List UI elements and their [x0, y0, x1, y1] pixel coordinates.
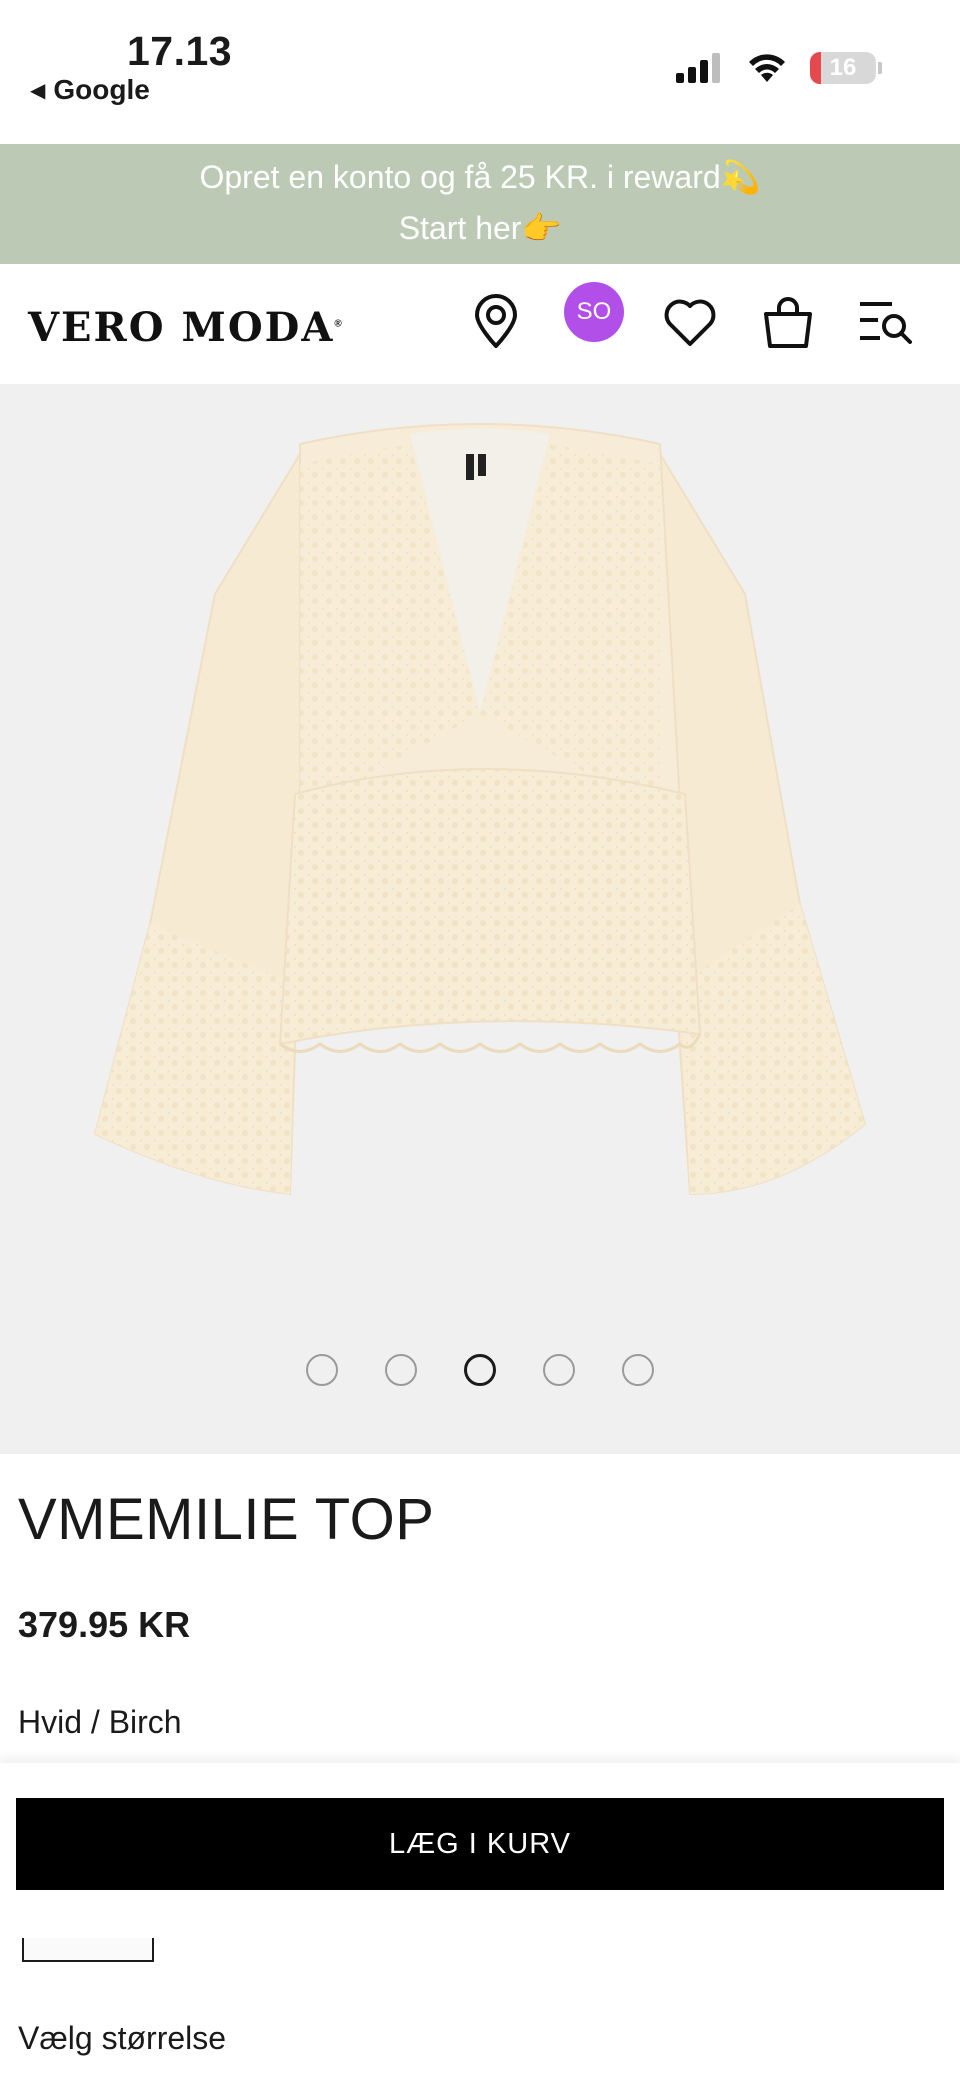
- battery-percentage: 16: [829, 54, 857, 81]
- product-image-gallery[interactable]: [0, 384, 960, 1454]
- product-image: [93, 423, 867, 1196]
- back-triangle-icon: ◀: [30, 79, 46, 102]
- cart-button[interactable]: [760, 294, 816, 350]
- wifi-icon: [749, 54, 785, 82]
- location-pin-icon: [475, 294, 517, 348]
- gallery-dot-4[interactable]: [543, 1354, 575, 1386]
- battery-cap: [878, 62, 882, 74]
- brand-logo-text: VERO MODA: [28, 304, 335, 351]
- product-price: 379.95 KR: [18, 1604, 191, 1645]
- add-to-cart-button[interactable]: LÆG I KURV: [16, 1798, 944, 1890]
- gallery-dot-2[interactable]: [385, 1354, 417, 1386]
- promo-line-1: Opret en konto og få 25 KR. i reward💫: [199, 159, 761, 195]
- back-app-label: Google: [53, 74, 150, 105]
- shopping-bag-icon: [764, 297, 812, 348]
- gallery-dot-3[interactable]: [464, 1354, 496, 1386]
- search-menu-button[interactable]: [858, 294, 914, 350]
- product-title: VMEMILIE TOP: [18, 1487, 435, 1552]
- gallery-dot-5[interactable]: [622, 1354, 654, 1386]
- wishlist-button[interactable]: [662, 294, 718, 350]
- size-selector-label[interactable]: Vælg størrelse: [18, 2020, 226, 2057]
- selected-color-name: Hvid / Birch: [18, 1704, 182, 1740]
- status-bar: 17.13 ◀ Google 16: [0, 0, 960, 144]
- promo-banner[interactable]: Opret en konto og få 25 KR. i reward💫 St…: [0, 144, 960, 264]
- battery-icon: 16: [810, 52, 876, 84]
- back-to-app-link[interactable]: ◀ Google: [30, 74, 150, 106]
- battery-indicator: 16: [810, 52, 882, 84]
- sticky-add-to-cart-bar: LÆG I KURV: [0, 1763, 960, 1938]
- gallery-pagination: [0, 1354, 960, 1386]
- clock: 17.13: [127, 28, 233, 74]
- registered-mark: ®: [334, 318, 342, 330]
- store-locator-button[interactable]: [468, 294, 524, 350]
- site-header: VERO MODA® SO: [0, 264, 960, 384]
- system-icons: 16: [676, 52, 882, 84]
- gallery-dot-1[interactable]: [306, 1354, 338, 1386]
- brand-logo[interactable]: VERO MODA®: [28, 304, 342, 351]
- heart-icon: [664, 299, 716, 346]
- account-avatar[interactable]: SO: [564, 282, 624, 342]
- promo-cta[interactable]: Start her👉: [0, 203, 960, 254]
- search-menu-icon: [860, 302, 912, 344]
- cellular-signal-icon: [676, 53, 720, 83]
